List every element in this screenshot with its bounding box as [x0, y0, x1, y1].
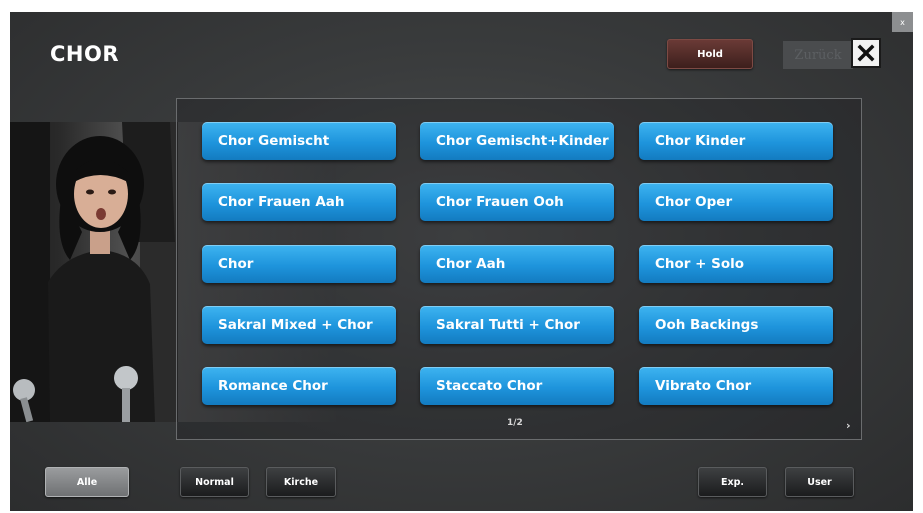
voice-button-ooh-backings[interactable]: Ooh Backings [639, 306, 833, 344]
close-button[interactable] [851, 38, 881, 68]
voice-button-chor-kinder[interactable]: Chor Kinder [639, 122, 833, 160]
filter-church-button[interactable]: Kirche [266, 467, 336, 497]
app-screen: x CHOR Hold Zurück Chor Gemischt Chor Ge… [10, 12, 913, 511]
hold-button[interactable]: Hold [667, 39, 753, 69]
window-close-icon[interactable]: x [892, 12, 913, 32]
filter-all-button[interactable]: Alle [45, 467, 129, 497]
voice-button-chor-frauen-aah[interactable]: Chor Frauen Aah [202, 183, 396, 221]
chevron-right-icon[interactable]: › [846, 419, 851, 432]
voice-button-chor-oper[interactable]: Chor Oper [639, 183, 833, 221]
voice-button-chor-frauen-ooh[interactable]: Chor Frauen Ooh [420, 183, 614, 221]
page-indicator: 1/2 [507, 418, 523, 428]
filter-exp-button[interactable]: Exp. [698, 467, 767, 497]
voice-button-chor-aah[interactable]: Chor Aah [420, 245, 614, 283]
choir-photo [10, 122, 178, 422]
voice-button-romance-chor[interactable]: Romance Chor [202, 367, 396, 405]
close-icon [857, 44, 875, 62]
voice-button-sakral-tutti-chor[interactable]: Sakral Tutti + Chor [420, 306, 614, 344]
voice-button-chor-solo[interactable]: Chor + Solo [639, 245, 833, 283]
back-button[interactable]: Zurück [783, 41, 853, 69]
voice-button-staccato-chor[interactable]: Staccato Chor [420, 367, 614, 405]
filter-normal-button[interactable]: Normal [180, 467, 249, 497]
voice-button-vibrato-chor[interactable]: Vibrato Chor [639, 367, 833, 405]
voice-button-chor-gemischt-kinder[interactable]: Chor Gemischt+Kinder [420, 122, 614, 160]
voice-button-sakral-mixed-chor[interactable]: Sakral Mixed + Chor [202, 306, 396, 344]
filter-user-button[interactable]: User [785, 467, 854, 497]
page-title: CHOR [50, 42, 120, 66]
voice-button-chor-gemischt[interactable]: Chor Gemischt [202, 122, 396, 160]
voice-button-chor[interactable]: Chor [202, 245, 396, 283]
